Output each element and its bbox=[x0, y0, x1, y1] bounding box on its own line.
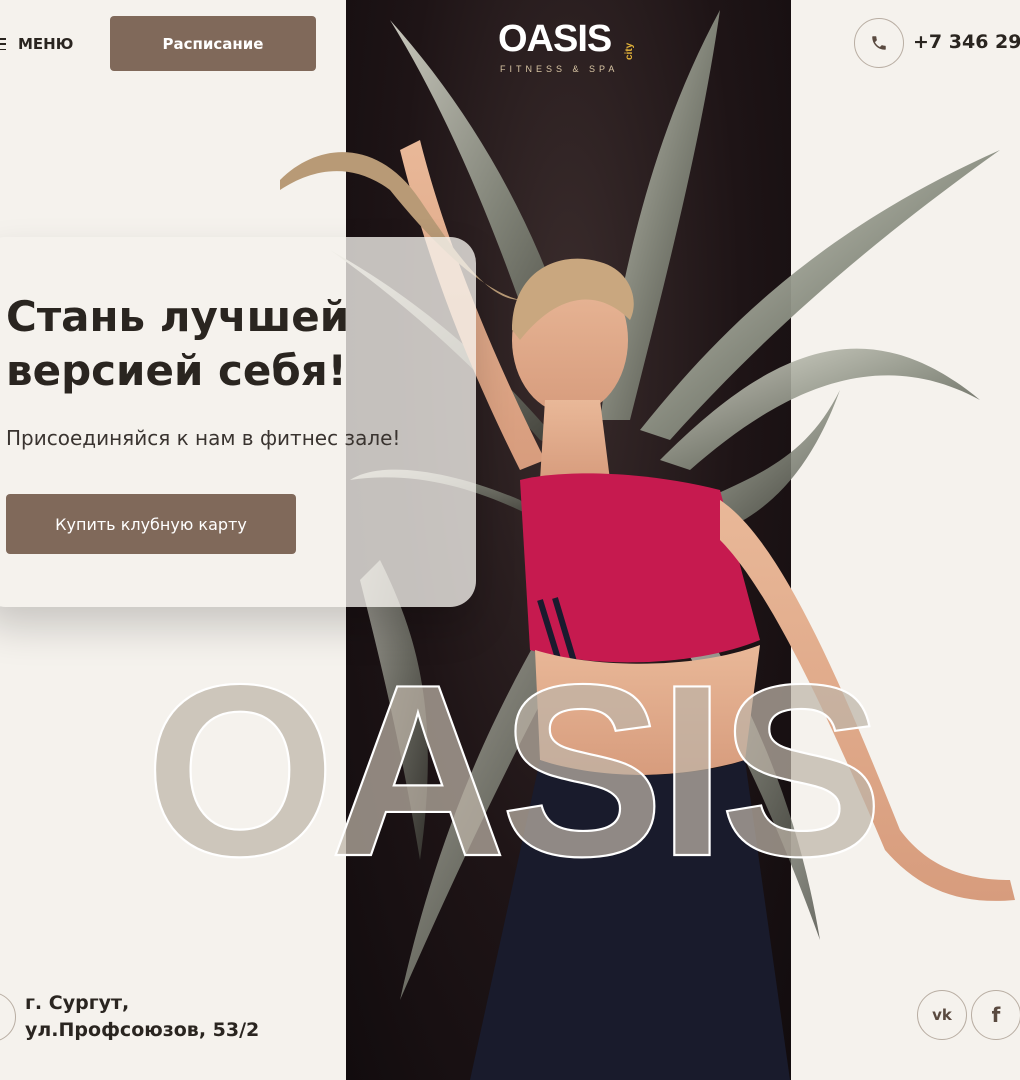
address-city: г. Сургут, bbox=[25, 992, 130, 1014]
big-oasis-text: OASIS bbox=[145, 650, 877, 890]
big-oasis-word: OASIS bbox=[145, 650, 885, 890]
logo-subtitle: FITNESS & SPA bbox=[500, 64, 619, 74]
facebook-icon[interactable]: f bbox=[971, 990, 1020, 1040]
hero-title: Стань лучшей версией себя! bbox=[6, 292, 350, 395]
hamburger-icon bbox=[0, 38, 10, 50]
logo-tag: city bbox=[624, 42, 635, 60]
schedule-button[interactable]: Расписание bbox=[110, 16, 316, 71]
phone-number[interactable]: +7 346 294 bbox=[913, 31, 1020, 53]
location-icon bbox=[0, 992, 16, 1042]
hero-subtitle: Присоединяйся к нам в фитнес зале! bbox=[6, 426, 401, 450]
phone-icon[interactable] bbox=[854, 18, 904, 68]
menu-label: МЕНЮ bbox=[18, 35, 74, 53]
brand-logo[interactable]: OASIS FITNESS & SPA city bbox=[498, 14, 643, 78]
buy-membership-button[interactable]: Купить клубную карту bbox=[6, 494, 296, 554]
address: г. Сургут, ул.Профсоюзов, 53/2 bbox=[25, 990, 259, 1044]
vk-icon[interactable]: vk bbox=[917, 990, 967, 1040]
address-street: ул.Профсоюзов, 53/2 bbox=[25, 1019, 260, 1041]
logo-wordmark: OASIS bbox=[498, 18, 612, 60]
menu-button[interactable]: МЕНЮ bbox=[0, 30, 73, 58]
